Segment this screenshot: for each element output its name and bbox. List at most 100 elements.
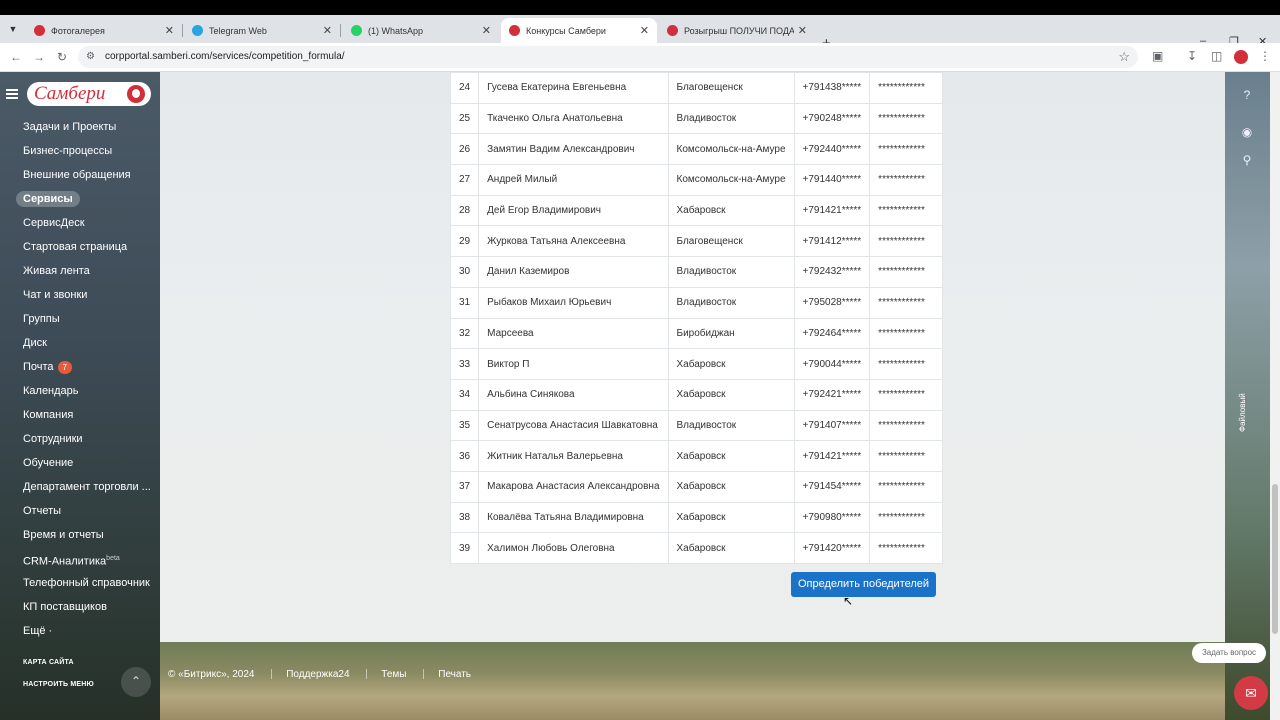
sidebar-item[interactable]: Внешние обращения: [0, 163, 160, 187]
row-number: 33: [449, 348, 480, 380]
search-icon[interactable]: ⚲: [1238, 151, 1256, 169]
sidebar-item[interactable]: Чат и звонки: [0, 283, 160, 307]
screen-top-bar: [0, 0, 1280, 15]
participant-name: Журкова Татьяна Алексеевна: [478, 225, 669, 258]
sidebar-item[interactable]: Ещё ·: [0, 619, 160, 643]
browser-tab[interactable]: Розыгрыш ПОЛУЧИ ПОДАРО... ✕: [659, 18, 815, 43]
sidebar-item[interactable]: Почта 7: [0, 355, 160, 379]
sidebar-item[interactable]: Время и отчеты: [0, 523, 160, 547]
tab-title: (1) WhatsApp: [368, 25, 424, 36]
sidebar-item[interactable]: Обучение: [0, 451, 160, 475]
back-icon[interactable]: ←: [10, 50, 22, 64]
table-row: 27 Андрей Милый Комсомольск-на-Амуре +79144…: [449, 164, 944, 196]
sidebar-item[interactable]: Департамент торговли ...: [0, 475, 160, 499]
extensions-icon[interactable]: ▣: [1152, 49, 1163, 63]
sidebar-item[interactable]: Сотрудники: [0, 427, 160, 451]
sidebar-item[interactable]: СервисДеск: [0, 211, 160, 235]
sidebar-item[interactable]: Бизнес-процессы: [0, 139, 160, 163]
sidebar-item[interactable]: Компания: [0, 403, 160, 427]
bookmark-star-icon[interactable]: ☆: [1118, 49, 1130, 65]
sidebar-item[interactable]: Живая лента: [0, 259, 160, 283]
participant-phone: +791421*****: [793, 440, 871, 472]
sidebar-item-label: Сервисы: [16, 191, 80, 207]
participant-code: ************: [869, 440, 944, 472]
sidebar-item-label: Группы: [23, 313, 60, 325]
menu-toggle-icon[interactable]: [6, 89, 18, 99]
tab-separator: [340, 24, 341, 37]
chat-bubble-icon[interactable]: ✉: [1234, 676, 1268, 710]
tab-close-icon[interactable]: ✕: [798, 24, 807, 37]
participant-city: Хабаровск: [667, 378, 795, 411]
url-field[interactable]: ⚙ corpportal.samberi.com/services/compet…: [78, 46, 1138, 68]
browser-tab[interactable]: (1) WhatsApp ✕: [343, 18, 499, 43]
side-panel-icon[interactable]: ◫: [1211, 49, 1222, 63]
footer-themes-link[interactable]: Темы: [381, 669, 406, 680]
configure-menu-link[interactable]: НАСТРОИТЬ МЕНЮ: [23, 681, 94, 688]
sidebar-item[interactable]: Отчеты: [0, 499, 160, 523]
sidebar-item[interactable]: Сервисы: [0, 187, 160, 211]
reload-icon[interactable]: ↻: [57, 50, 67, 64]
samberi-logo[interactable]: Самбери: [27, 82, 151, 106]
notifications-bell-icon[interactable]: ◉: [1238, 123, 1256, 141]
participant-name: Данил Каземиров: [478, 256, 669, 288]
tab-favicon-icon: [351, 25, 362, 36]
footer-copyright: © «Битрикс», 2024: [168, 669, 255, 680]
participant-city: Хабаровск: [667, 194, 795, 227]
table-row: 25 Ткаченко Ольга Анатольевна Владивосток +…: [449, 102, 944, 135]
participant-code: ************: [869, 348, 944, 380]
browser-tab[interactable]: Фотогалерея ✕: [26, 18, 182, 43]
sidebar-item-label: Ещё ·: [23, 625, 53, 637]
tab-close-icon[interactable]: ✕: [165, 24, 174, 37]
sidebar-item-label: Телефонный справочник: [23, 577, 150, 589]
download-icon[interactable]: ↧: [1187, 49, 1197, 63]
row-number: 34: [449, 378, 480, 411]
profile-avatar[interactable]: [1234, 50, 1248, 64]
sidebar-item-label: Департамент торговли ...: [23, 481, 151, 493]
ask-question-tooltip[interactable]: Задать вопрос: [1192, 643, 1266, 663]
participant-phone: +792432*****: [793, 256, 871, 288]
participant-name: Марсеева: [478, 317, 669, 350]
help-icon[interactable]: ?: [1238, 86, 1256, 104]
determine-winners-button[interactable]: Определить победителей: [791, 572, 936, 597]
site-info-icon[interactable]: ⚙: [86, 51, 95, 62]
forward-icon[interactable]: →: [33, 50, 45, 64]
sidebar-item[interactable]: CRM-Аналитикаbeta: [0, 547, 160, 571]
table-row: 28 Дей Егор Владимирович Хабаровск +791421*…: [449, 194, 944, 227]
sidebar-item[interactable]: Диск: [0, 331, 160, 355]
tab-close-icon[interactable]: ✕: [482, 24, 491, 37]
tab-close-icon[interactable]: ✕: [323, 24, 332, 37]
footer-support-link[interactable]: Поддержка24: [286, 669, 349, 680]
sidebar-item-label: Стартовая страница: [23, 241, 128, 253]
footer-print-link[interactable]: Печать: [438, 669, 471, 680]
participant-phone: +790980*****: [793, 501, 871, 534]
tab-search-icon[interactable]: ▼: [5, 21, 21, 37]
participant-code: ************: [869, 164, 944, 196]
participant-name: Рыбаков Михаил Юрьевич: [478, 286, 669, 319]
participant-city: Комсомольск-на-Амуре: [667, 164, 795, 196]
sidebar-item[interactable]: Телефонный справочник: [0, 571, 160, 595]
sidebar-item[interactable]: Стартовая страница: [0, 235, 160, 259]
tab-close-icon[interactable]: ✕: [640, 24, 649, 37]
sidebar-item[interactable]: КП поставщиков: [0, 595, 160, 619]
right-panel-label[interactable]: Файловый: [1238, 372, 1252, 432]
participant-phone: +791412*****: [793, 225, 871, 258]
browser-menu-icon[interactable]: ⋮: [1259, 49, 1271, 63]
scroll-up-icon[interactable]: ⌃: [121, 667, 151, 697]
row-number: 37: [449, 470, 480, 503]
browser-tab[interactable]: Конкурсы Самбери ✕: [501, 18, 657, 43]
table-row: 29 Журкова Татьяна Алексеевна Благовещенск…: [449, 225, 944, 258]
logo-mark-icon: [127, 85, 145, 103]
portal-page: Самбери Задачи и Проекты Бизнес-процессы В…: [0, 72, 1280, 720]
beta-label: beta: [106, 555, 120, 562]
row-number: 36: [449, 440, 480, 472]
sidebar-item[interactable]: Задачи и Проекты: [0, 115, 160, 139]
row-number: 29: [449, 225, 480, 258]
participant-phone: +792421*****: [793, 378, 871, 411]
sidebar-item[interactable]: Календарь: [0, 379, 160, 403]
sitemap-link[interactable]: КАРТА САЙТА: [23, 659, 74, 666]
scrollbar-thumb[interactable]: [1272, 484, 1278, 634]
sidebar-item[interactable]: Группы: [0, 307, 160, 331]
sidebar-item-label: Почта: [23, 361, 54, 373]
table-row: 36 Житник Наталья Валерьевна Хабаровск +791…: [449, 440, 944, 472]
browser-tab[interactable]: Telegram Web ✕: [184, 18, 340, 43]
